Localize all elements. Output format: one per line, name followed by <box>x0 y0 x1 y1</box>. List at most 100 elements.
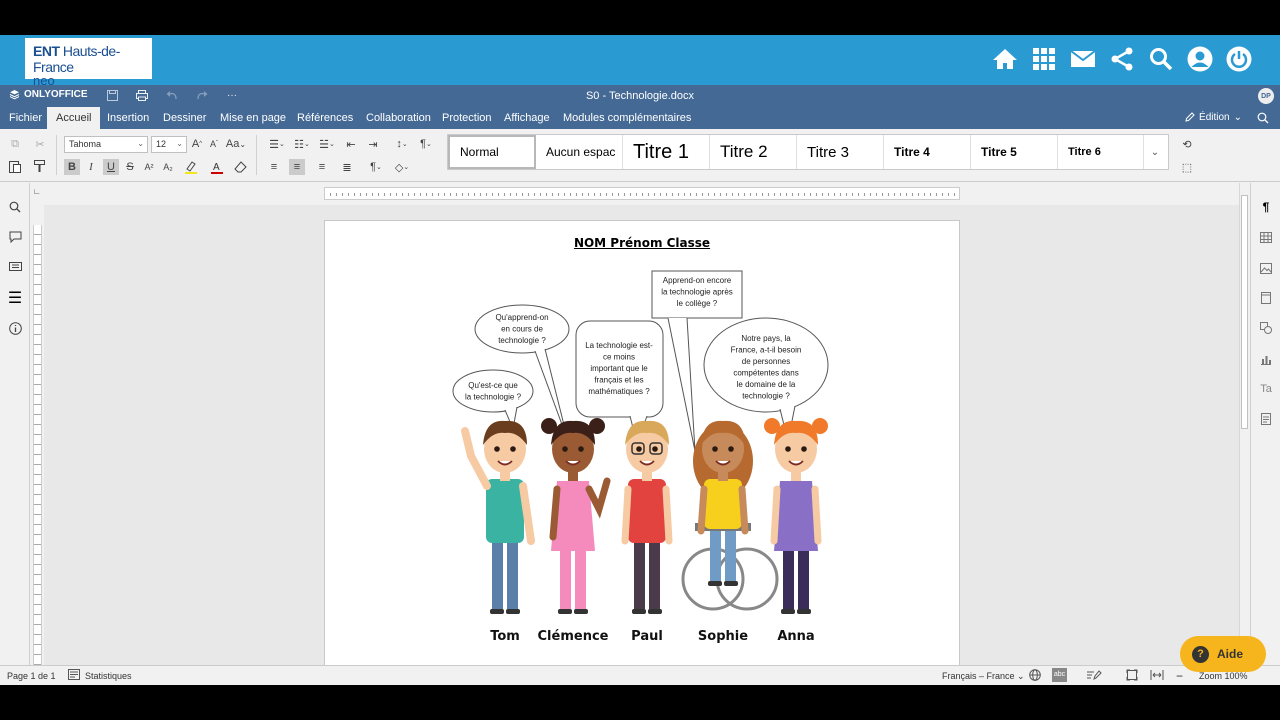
horizontal-ruler[interactable] <box>324 187 960 200</box>
tab-accueil[interactable]: Accueil <box>47 107 101 129</box>
font-name-select[interactable]: Tahoma ⌄ <box>64 136 148 153</box>
increase-font-label: A <box>191 138 200 150</box>
paragraph-settings-icon[interactable]: ¶ <box>1259 200 1273 214</box>
shading-button[interactable]: ◇ ⌄ <box>391 159 413 175</box>
signature-settings-icon[interactable] <box>1259 412 1273 426</box>
font-color-button[interactable]: A <box>206 159 228 175</box>
table-settings-icon[interactable] <box>1259 230 1273 244</box>
nonprinting-characters-button[interactable]: ¶ ⌄ <box>365 159 387 175</box>
share-icon[interactable] <box>1108 45 1135 72</box>
subscript-button[interactable]: A₂ <box>160 159 176 175</box>
paragraph-settings-button[interactable]: ¶ ⌄ <box>415 136 437 152</box>
zoom-level[interactable]: Zoom 100% <box>1199 671 1248 681</box>
decrease-indent-icon[interactable]: ⇤ <box>343 136 359 152</box>
statistics-button[interactable]: Statistiques <box>85 671 132 681</box>
power-icon[interactable] <box>1225 45 1252 72</box>
info-icon[interactable] <box>8 321 22 335</box>
style-heading-3[interactable]: Titre 3 <box>797 135 884 169</box>
styles-expand-icon[interactable]: ⌄ <box>1144 135 1166 169</box>
style-heading-5[interactable]: Titre 5 <box>971 135 1058 169</box>
strikethrough-button[interactable]: S <box>122 159 138 175</box>
globe-icon[interactable] <box>1029 669 1041 683</box>
fit-page-icon[interactable] <box>1126 669 1138 683</box>
style-heading-1[interactable]: Titre 1 <box>623 135 710 169</box>
document-page[interactable]: NOM Prénom Classe Qu'est-ce que la techno… <box>324 220 960 665</box>
bullet-list-button[interactable]: ☰ ⌄ <box>266 136 288 152</box>
vertical-scrollbar[interactable] <box>1239 183 1249 665</box>
search-icon[interactable] <box>1257 111 1271 125</box>
statistics-icon[interactable] <box>68 669 80 682</box>
illustration: Qu'est-ce que la technologie ? Qu'apprend… <box>452 270 829 644</box>
replace-style-icon[interactable]: ⟲ <box>1179 136 1195 152</box>
clear-style-icon[interactable] <box>232 159 248 175</box>
paste-icon[interactable] <box>7 158 23 174</box>
align-left-icon[interactable]: ≡ <box>266 159 282 175</box>
line-spacing-button[interactable]: ↕ ⌄ <box>392 136 412 152</box>
apps-grid-icon[interactable] <box>1030 45 1057 72</box>
decrease-font-button[interactable]: Aˇ <box>206 136 222 152</box>
tab-dessiner[interactable]: Dessiner <box>154 107 215 129</box>
superscript-button[interactable]: A² <box>141 159 157 175</box>
tab-references[interactable]: Références <box>288 107 362 129</box>
tab-insertion[interactable]: Insertion <box>98 107 158 129</box>
align-right-icon[interactable]: ≡ <box>314 159 330 175</box>
character-1 <box>461 420 535 614</box>
style-normal[interactable]: Normal <box>448 135 536 169</box>
multilevel-list-button[interactable]: ☱ ⌄ <box>316 136 338 152</box>
text-art-icon[interactable]: Ta <box>1259 382 1273 396</box>
ent-logo[interactable]: ENT Hauts-de-France neo <box>25 38 152 88</box>
style-heading-4[interactable]: Titre 4 <box>884 135 971 169</box>
bold-button[interactable]: B <box>64 159 80 175</box>
zoom-out-icon[interactable]: − <box>1176 669 1183 683</box>
vertical-ruler <box>33 225 42 665</box>
mode-selector[interactable]: Édition ⌄ <box>1185 112 1242 123</box>
search-icon[interactable] <box>1147 45 1174 72</box>
increase-indent-icon[interactable]: ⇥ <box>365 136 381 152</box>
tab-affichage[interactable]: Affichage <box>495 107 559 129</box>
style-no-spacing[interactable]: Aucun espac <box>536 135 623 169</box>
highlight-color-button[interactable] <box>180 159 202 175</box>
style-heading-2[interactable]: Titre 2 <box>710 135 797 169</box>
track-changes-icon[interactable] <box>1086 669 1102 683</box>
search-icon[interactable] <box>8 200 22 214</box>
chat-icon[interactable] <box>8 261 22 275</box>
select-all-icon[interactable]: ⬚ <box>1179 159 1195 175</box>
spellcheck-icon[interactable]: abc <box>1052 668 1067 682</box>
fit-width-icon[interactable] <box>1150 669 1164 683</box>
font-size-select[interactable]: 12 ⌄ <box>151 136 187 153</box>
increase-font-button[interactable]: A ^ <box>189 136 205 152</box>
page-count[interactable]: Page 1 de 1 <box>7 671 56 681</box>
cut-icon[interactable]: ✂ <box>32 136 48 152</box>
language-select[interactable]: Français – France ⌄ <box>942 671 1025 682</box>
status-bar: Page 1 de 1 Statistiques Français – Fran… <box>0 665 1280 685</box>
underline-button[interactable]: U <box>103 159 119 175</box>
shape-settings-icon[interactable] <box>1259 321 1273 335</box>
tab-fichier[interactable]: Fichier <box>0 107 51 129</box>
tab-modules[interactable]: Modules complémentaires <box>554 107 700 129</box>
header-footer-icon[interactable] <box>1259 291 1273 305</box>
home-icon[interactable] <box>991 45 1018 72</box>
help-button[interactable]: ? Aide <box>1180 636 1266 672</box>
format-painter-icon[interactable] <box>32 158 48 174</box>
justify-icon[interactable]: ≣ <box>339 159 355 175</box>
help-label: Aide <box>1217 647 1244 661</box>
copy-icon[interactable]: ⧉ <box>7 136 23 152</box>
tab-mise-en-page[interactable]: Mise en page <box>211 107 295 129</box>
change-case-button[interactable]: Aa ⌄ <box>225 136 247 152</box>
navigation-icon[interactable]: ☰ <box>8 290 22 307</box>
user-avatar[interactable]: DP <box>1258 88 1274 104</box>
style-heading-6[interactable]: Titre 6 <box>1058 135 1144 169</box>
tab-collaboration[interactable]: Collaboration <box>357 107 440 129</box>
chart-settings-icon[interactable] <box>1259 352 1273 366</box>
comments-icon[interactable] <box>8 230 22 244</box>
mail-icon[interactable] <box>1069 45 1096 72</box>
align-center-icon[interactable]: ≡ <box>289 159 305 175</box>
user-icon[interactable] <box>1186 45 1213 72</box>
tab-protection[interactable]: Protection <box>433 107 501 129</box>
numbered-list-button[interactable]: ☷ ⌄ <box>291 136 313 152</box>
italic-button[interactable]: I <box>83 159 99 175</box>
font-size-value: 12 <box>156 139 167 149</box>
tab-stop-selector[interactable]: ∟ <box>33 187 42 196</box>
home-toolbar: ⧉ ✂ Tahoma ⌄ 12 ⌄ A ^ Aˇ Aa ⌄ B I U S A² A₂ … <box>0 129 1280 182</box>
image-settings-icon[interactable] <box>1259 261 1273 275</box>
